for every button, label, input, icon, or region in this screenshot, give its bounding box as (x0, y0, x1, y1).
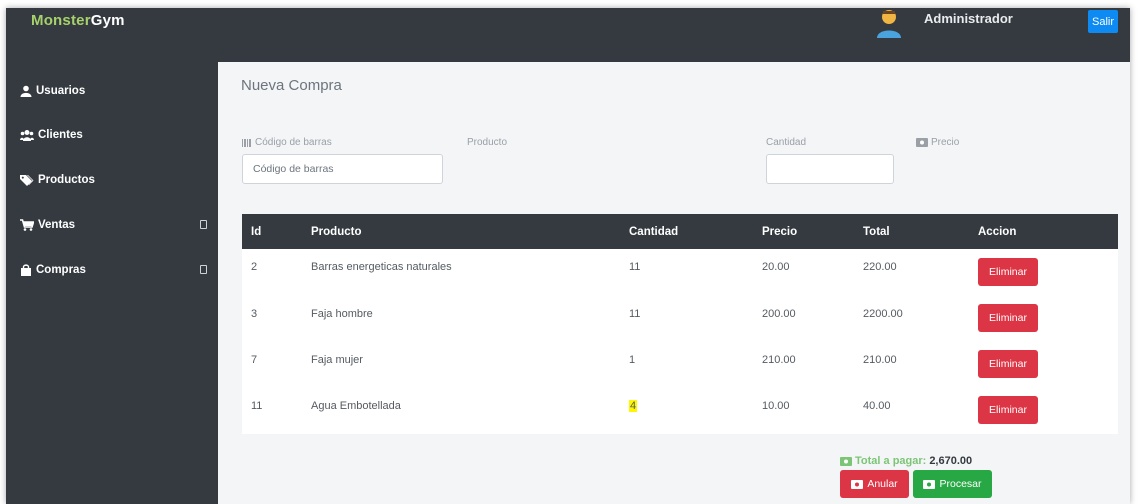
cell-cantidad: 11 (629, 308, 641, 320)
user-icon (20, 85, 32, 97)
shopping-bag-icon (21, 264, 31, 276)
sidebar-item-usuarios[interactable]: Usuarios (20, 81, 210, 101)
column-header-precio: Precio (762, 225, 798, 238)
column-header-total: Total (863, 225, 890, 238)
cell-total: 210.00 (863, 354, 897, 366)
sidebar-item-label: Clientes (38, 129, 83, 141)
delete-button[interactable]: Eliminar (978, 258, 1038, 286)
sidebar-item-compras[interactable]: Compras (20, 260, 210, 280)
delete-button[interactable]: Eliminar (978, 396, 1038, 424)
app-window: MonsterGym Administrador Salir Usuarios … (6, 8, 1130, 504)
cell-id: 11 (251, 400, 263, 412)
product-label: Producto (467, 137, 508, 148)
process-purchase-label: Procesar (939, 478, 982, 490)
quantity-input[interactable] (766, 154, 894, 184)
users-icon (20, 130, 34, 141)
page-title: Nueva Compra (241, 77, 342, 94)
barcode-label: Código de barras (242, 137, 332, 148)
total-value: 2,670.00 (929, 455, 973, 467)
money-icon (923, 479, 936, 489)
cell-precio: 20.00 (762, 261, 790, 273)
cell-producto: Barras energeticas naturales (311, 261, 452, 273)
cart-icon (20, 219, 34, 231)
money-icon (851, 479, 864, 489)
exit-button[interactable]: Salir (1088, 10, 1118, 33)
sidebar-item-label: Productos (38, 174, 95, 186)
highlighted-quantity: 4 (629, 400, 638, 412)
brand-logo[interactable]: MonsterGym (31, 12, 125, 29)
price-label: Precio (916, 137, 959, 148)
cell-id: 7 (251, 354, 258, 366)
cell-precio: 10.00 (762, 400, 790, 412)
cell-producto: Faja hombre (311, 308, 373, 320)
total-label: Total a pagar: (855, 455, 927, 467)
brand-name-part2: Gym (90, 12, 125, 29)
sidebar-item-label: Compras (36, 264, 86, 276)
cell-total: 40.00 (863, 400, 891, 412)
tags-icon (20, 175, 34, 186)
cell-cantidad: 11 (629, 261, 641, 273)
table-header: Id Producto Cantidad Precio Total Accion (242, 214, 1118, 249)
top-navbar: MonsterGym Administrador Salir (6, 8, 1130, 62)
purchase-items-table: Id Producto Cantidad Precio Total Accion… (242, 214, 1118, 434)
cell-id: 3 (251, 308, 258, 320)
barcode-icon (242, 138, 251, 147)
column-header-producto: Producto (311, 225, 362, 238)
cell-total: 220.00 (863, 261, 897, 273)
barcode-input[interactable]: Código de barras (242, 154, 443, 184)
column-header-cantidad: Cantidad (629, 225, 679, 238)
cell-total: 2200.00 (863, 308, 903, 320)
total-to-pay: Total a pagar: 2,670.00 (840, 455, 972, 467)
money-icon (916, 138, 928, 147)
quantity-label: Cantidad (766, 137, 807, 148)
delete-button[interactable]: Eliminar (978, 350, 1038, 378)
barcode-label-text: Código de barras (255, 137, 332, 148)
cell-producto: Faja mujer (311, 354, 363, 366)
price-label-text: Precio (931, 137, 960, 148)
cell-cantidad: 1 (629, 354, 636, 366)
money-icon (840, 456, 852, 466)
sidebar: Usuarios Clientes Productos Ventas Compr… (6, 62, 218, 504)
cancel-purchase-button[interactable]: Anular (840, 470, 909, 498)
cell-producto: Agua Embotellada (311, 400, 401, 412)
sidebar-item-label: Ventas (38, 219, 76, 231)
user-avatar-icon[interactable] (874, 8, 904, 38)
sidebar-item-productos[interactable]: Productos (20, 170, 210, 190)
cell-cantidad: 4 (629, 400, 638, 412)
column-header-id: Id (251, 225, 262, 238)
column-header-accion: Accion (978, 225, 1017, 238)
expand-caret-icon[interactable] (200, 220, 207, 229)
cell-id: 2 (251, 261, 258, 273)
process-purchase-button[interactable]: Procesar (913, 470, 992, 498)
sidebar-item-clientes[interactable]: Clientes (20, 125, 210, 145)
delete-button[interactable]: Eliminar (978, 304, 1038, 332)
cell-precio: 200.00 (762, 308, 796, 320)
expand-caret-icon[interactable] (200, 265, 207, 274)
cancel-purchase-label: Anular (867, 478, 898, 490)
sidebar-item-ventas[interactable]: Ventas (20, 215, 210, 235)
admin-user-name[interactable]: Administrador (924, 11, 1013, 26)
sidebar-item-label: Usuarios (36, 85, 86, 97)
cell-precio: 210.00 (762, 354, 796, 366)
brand-name-part1: Monster (31, 12, 91, 29)
